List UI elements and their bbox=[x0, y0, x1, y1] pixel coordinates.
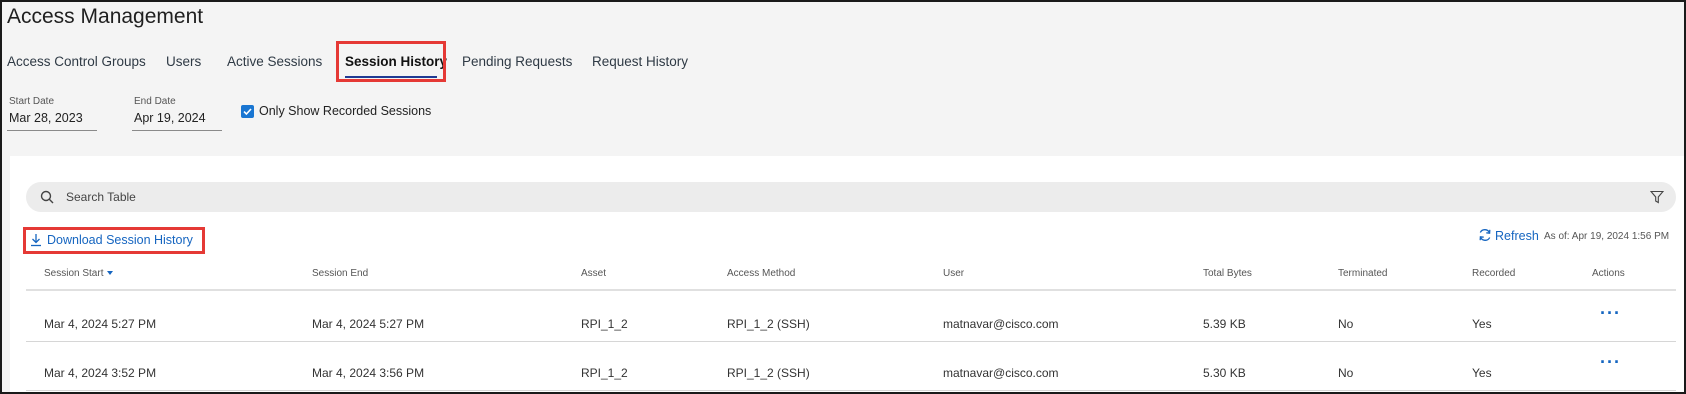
cell-asset: RPI_1_2 bbox=[581, 317, 628, 331]
tab-access-control-groups[interactable]: Access Control Groups bbox=[7, 54, 146, 69]
search-icon bbox=[40, 190, 54, 204]
only-recorded-label: Only Show Recorded Sessions bbox=[259, 104, 432, 118]
only-recorded-checkbox[interactable] bbox=[241, 105, 254, 118]
cell-access-method: RPI_1_2 (SSH) bbox=[727, 317, 810, 331]
tab-users[interactable]: Users bbox=[166, 54, 201, 69]
column-header-user[interactable]: User bbox=[943, 268, 964, 279]
cell-terminated: No bbox=[1338, 366, 1354, 380]
header-divider bbox=[26, 289, 1676, 291]
search-placeholder: Search Table bbox=[66, 190, 136, 204]
column-header-total-bytes[interactable]: Total Bytes bbox=[1203, 268, 1252, 279]
row-actions-menu-icon[interactable]: ··· bbox=[1600, 303, 1621, 324]
cell-user: matnavar@cisco.com bbox=[943, 317, 1059, 331]
cell-asset: RPI_1_2 bbox=[581, 366, 628, 380]
cell-session-start: Mar 4, 2024 5:27 PM bbox=[44, 317, 157, 331]
end-date-label: End Date bbox=[134, 96, 176, 107]
table-panel: Search Table Download Session History Re… bbox=[10, 156, 1684, 392]
cell-user: matnavar@cisco.com bbox=[943, 366, 1059, 380]
highlight-box-download bbox=[23, 227, 205, 254]
cell-terminated: No bbox=[1338, 317, 1354, 331]
as-of-timestamp: As of: Apr 19, 2024 1:56 PM bbox=[1544, 231, 1670, 242]
refresh-label: Refresh bbox=[1495, 229, 1539, 243]
start-date-field[interactable]: Start Date Mar 28, 2023 bbox=[7, 96, 97, 131]
cell-session-end: Mar 4, 2024 5:27 PM bbox=[312, 317, 425, 331]
end-date-value: Apr 19, 2024 bbox=[134, 111, 206, 125]
column-header-access-method[interactable]: Access Method bbox=[727, 268, 795, 279]
highlight-box-tab bbox=[336, 41, 446, 82]
tab-request-history[interactable]: Request History bbox=[592, 54, 688, 69]
column-header-asset[interactable]: Asset bbox=[581, 268, 606, 279]
start-date-value: Mar 28, 2023 bbox=[9, 111, 83, 125]
column-header-label: Session Start bbox=[44, 268, 104, 279]
column-header-actions: Actions bbox=[1592, 268, 1625, 279]
cell-total-bytes: 5.39 KB bbox=[1203, 317, 1246, 331]
column-header-terminated[interactable]: Terminated bbox=[1338, 268, 1387, 279]
cell-session-start: Mar 4, 2024 3:52 PM bbox=[44, 366, 157, 380]
column-header-recorded[interactable]: Recorded bbox=[1472, 268, 1515, 279]
page-title: Access Management bbox=[7, 5, 204, 28]
cell-access-method: RPI_1_2 (SSH) bbox=[727, 366, 810, 380]
tab-active-sessions[interactable]: Active Sessions bbox=[227, 54, 322, 69]
end-date-field[interactable]: End Date Apr 19, 2024 bbox=[132, 96, 222, 131]
cell-recorded: Yes bbox=[1472, 366, 1492, 380]
column-header-session-start[interactable]: Session Start bbox=[44, 268, 114, 279]
row-divider bbox=[26, 341, 1676, 342]
cell-total-bytes: 5.30 KB bbox=[1203, 366, 1246, 380]
search-input[interactable]: Search Table bbox=[26, 182, 1676, 212]
cell-recorded: Yes bbox=[1472, 317, 1492, 331]
row-actions-menu-icon[interactable]: ··· bbox=[1600, 352, 1621, 373]
tab-pending-requests[interactable]: Pending Requests bbox=[462, 54, 572, 69]
column-header-session-end[interactable]: Session End bbox=[312, 268, 368, 279]
checkmark-icon bbox=[243, 108, 252, 116]
start-date-label: Start Date bbox=[9, 96, 55, 107]
row-divider bbox=[26, 390, 1676, 391]
app-window: Access Management Access Control Groups … bbox=[0, 0, 1686, 394]
sort-descending-icon bbox=[107, 271, 114, 276]
filter-icon[interactable] bbox=[1650, 190, 1664, 204]
refresh-icon bbox=[1479, 229, 1491, 241]
cell-session-end: Mar 4, 2024 3:56 PM bbox=[312, 366, 425, 380]
